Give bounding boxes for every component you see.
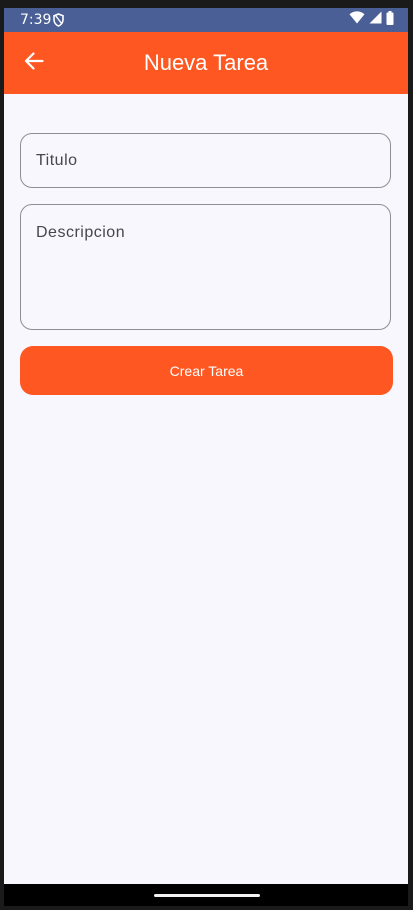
app-bar: Nueva Tarea (4, 32, 408, 94)
create-task-button[interactable]: Crear Tarea (20, 346, 393, 395)
title-placeholder: Titulo (36, 152, 78, 169)
signal-icon (369, 11, 382, 29)
shield-icon (53, 13, 64, 27)
navigation-bar (4, 884, 408, 906)
home-indicator[interactable] (154, 894, 260, 897)
battery-icon (386, 10, 394, 30)
status-bar: 7:39 (4, 8, 408, 32)
description-input[interactable]: Descripcion (20, 204, 391, 330)
app-screen: 7:39 Nueva Tarea Titulo Descripcion Crea… (4, 8, 408, 906)
status-icons (349, 10, 394, 30)
description-placeholder: Descripcion (36, 224, 126, 241)
page-title: Nueva Tarea (143, 50, 269, 75)
create-task-label: Crear Tarea (169, 362, 244, 379)
status-time: 7:39 (20, 12, 52, 28)
wifi-icon (349, 11, 365, 29)
title-input[interactable]: Titulo (20, 133, 391, 188)
